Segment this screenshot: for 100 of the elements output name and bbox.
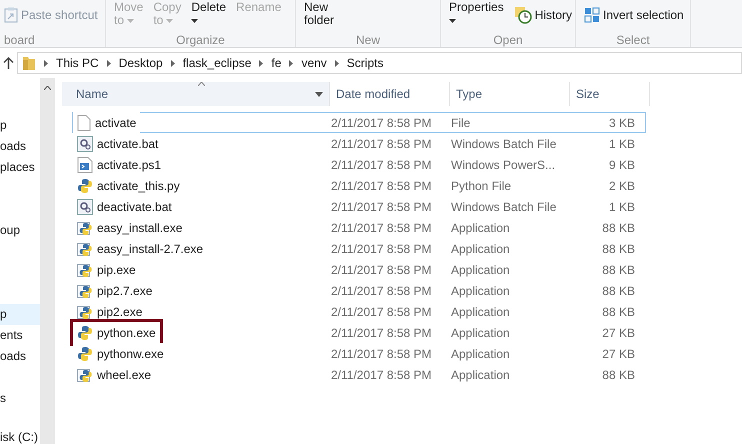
chevron-icon[interactable]	[289, 60, 294, 66]
type-cell-text: Windows Batch File	[451, 198, 558, 216]
nav-item[interactable]: isk (C:)	[0, 427, 40, 444]
column-header[interactable]: Name	[62, 82, 330, 106]
file-name: activate	[95, 114, 136, 132]
file-row[interactable]: activate.ps1 2/11/2017 8:58 PM Windows PowerS... 9 KB	[72, 154, 646, 175]
type-cell-text: Application	[451, 220, 511, 236]
ribbon-button[interactable]: Invert selection	[584, 5, 684, 25]
date-cell-text: 2/11/2017 8:58 PM	[331, 324, 433, 342]
breadcrumb[interactable]: venv	[301, 54, 327, 72]
type-cell-text: File	[451, 114, 472, 132]
chevron-icon[interactable]	[170, 60, 175, 66]
file-name: pip2.exe	[97, 304, 142, 320]
chevron-icon[interactable]	[259, 60, 264, 66]
type-cell-text: Application	[451, 304, 511, 320]
date-cell-text: 2/11/2017 8:58 PM	[331, 178, 433, 194]
nav-item[interactable]: oads	[0, 346, 40, 367]
file-row[interactable]: deactivate.bat 2/11/2017 8:58 PM Windows Batch File 1 KB	[72, 196, 646, 217]
group-label: New	[354, 34, 381, 47]
file-name: activate_this.py	[97, 178, 180, 194]
chevron-icon[interactable]	[334, 60, 339, 66]
size-cell-text: 3 KB	[608, 114, 636, 132]
size-cell-text: 27 KB	[601, 346, 636, 362]
chevron-icon[interactable]	[106, 60, 111, 66]
file-row[interactable]: pythonw.exe 2/11/2017 8:58 PM Application 27 KB	[72, 343, 646, 364]
nav-item[interactable]: oads	[0, 136, 40, 157]
date-cell-text: 2/11/2017 8:58 PM	[331, 136, 433, 152]
address-bar[interactable]: This PC Desktop flask_eclipse fe venv Scripts	[17, 52, 742, 74]
file-row[interactable]: pip2.7.exe 2/11/2017 8:58 PM Application 88 KB	[72, 280, 646, 301]
python-icon	[77, 220, 93, 236]
size-cell-text: 9 KB	[608, 156, 636, 174]
file-row[interactable]: activate 2/11/2017 8:58 PM File 3 KB	[72, 112, 646, 133]
size-cell-text: 88 KB	[601, 220, 636, 236]
file-row[interactable]: activate_this.py 2/11/2017 8:58 PM Python File 2 KB	[72, 175, 646, 196]
scroll-up-icon[interactable]	[44, 86, 51, 90]
ribbon-button[interactable]: History	[514, 5, 572, 25]
size-cell-text: 88 KB	[601, 240, 636, 258]
up-arrow-icon[interactable]	[3, 57, 14, 69]
file-row[interactable]: python.exe 2/11/2017 8:58 PM Application 27 KB	[72, 322, 646, 343]
file-name: activate.bat	[97, 136, 158, 152]
nav-item[interactable]: oup	[0, 220, 40, 241]
clipboard-icon	[4, 7, 18, 23]
python-icon	[77, 324, 93, 340]
file-name: easy_install.exe	[97, 220, 182, 236]
breadcrumb[interactable]: Scripts	[346, 54, 384, 72]
breadcrumb[interactable]: fe	[271, 54, 282, 72]
group-label: board	[4, 34, 36, 47]
nav-item[interactable]: s	[0, 388, 40, 409]
file-row[interactable]: pip2.exe 2/11/2017 8:58 PM Application 88 KB	[72, 301, 646, 322]
type-cell-text: Python File	[451, 178, 512, 194]
file-name: pip2.7.exe	[97, 282, 152, 300]
script-icon	[77, 156, 93, 172]
date-cell-text: 2/11/2017 8:58 PM	[331, 366, 433, 384]
column-header[interactable]: Date modified	[330, 82, 450, 106]
nav-item[interactable]: ents	[0, 325, 40, 346]
nav-item[interactable]: places	[0, 157, 40, 178]
document-icon	[77, 114, 91, 130]
column-header[interactable]: Size	[570, 82, 650, 106]
chevron-icon[interactable]	[44, 60, 48, 66]
size-cell-text: 1 KB	[608, 136, 636, 152]
file-row[interactable]: easy_install.exe 2/11/2017 8:58 PM Application 88 KB	[72, 217, 646, 238]
breadcrumb[interactable]: Desktop	[118, 54, 163, 72]
ribbon-button[interactable]: New folder	[304, 1, 334, 27]
scrollbar[interactable]	[40, 78, 55, 444]
python-icon	[77, 178, 93, 194]
file-name: pip.exe	[97, 262, 136, 278]
file-name: pythonw.exe	[97, 346, 164, 362]
file-row[interactable]: activate.bat 2/11/2017 8:58 PM Windows Batch File 1 KB	[72, 133, 646, 154]
column-header[interactable]: Type	[450, 82, 570, 106]
file-name: wheel.exe	[97, 366, 152, 384]
python-icon	[77, 240, 93, 256]
gear-icon	[77, 198, 93, 214]
file-row[interactable]: wheel.exe 2/11/2017 8:58 PM Application 88 KB	[72, 364, 646, 385]
nav-item[interactable]: p	[0, 115, 40, 136]
breadcrumb[interactable]: This PC	[56, 54, 99, 72]
group-label: Select	[615, 34, 651, 47]
size-cell-text: 1 KB	[608, 198, 636, 216]
clock-icon	[514, 6, 532, 24]
ribbon-button[interactable]: Delete	[191, 1, 226, 27]
date-cell-text: 2/11/2017 8:58 PM	[331, 262, 433, 278]
size-cell-text: 88 KB	[601, 304, 636, 320]
breadcrumb[interactable]: flask_eclipse	[182, 54, 252, 72]
size-cell-text: 88 KB	[601, 262, 636, 278]
dropdown-icon[interactable]	[315, 92, 323, 96]
grid-icon	[584, 7, 600, 23]
nav-item[interactable]: p	[0, 304, 40, 325]
type-cell-text: Windows Batch File	[451, 136, 558, 152]
date-cell-text: 2/11/2017 8:58 PM	[331, 304, 433, 320]
date-cell-text: 2/11/2017 8:58 PM	[331, 156, 433, 174]
group-label: Organize	[175, 34, 226, 47]
file-row[interactable]: easy_install-2.7.exe 2/11/2017 8:58 PM Application 88 KB	[72, 238, 646, 259]
python-icon	[77, 346, 93, 362]
type-cell-text: Application	[451, 324, 511, 342]
type-cell-text: Application	[451, 346, 511, 362]
size-cell-text: 2 KB	[608, 178, 636, 194]
file-name: deactivate.bat	[97, 198, 172, 216]
file-row[interactable]: pip.exe 2/11/2017 8:58 PM Application 88 KB	[72, 259, 646, 280]
ribbon-button[interactable]: Properties	[449, 1, 504, 27]
file-name: python.exe	[97, 324, 156, 342]
size-cell-text: 27 KB	[601, 324, 636, 342]
